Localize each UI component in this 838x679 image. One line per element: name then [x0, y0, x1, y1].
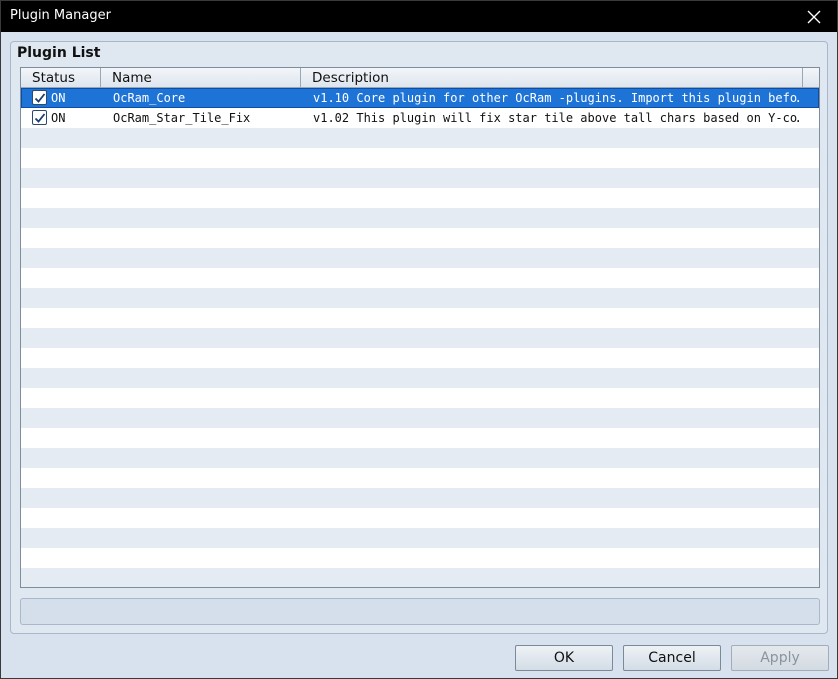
- apply-button[interactable]: Apply: [731, 645, 829, 671]
- plugin-description: v1.02 This plugin will fix star tile abo…: [313, 111, 799, 125]
- cancel-button[interactable]: Cancel: [623, 645, 721, 671]
- checkmark-icon: [34, 92, 45, 103]
- empty-row[interactable]: [21, 368, 819, 388]
- empty-row[interactable]: [21, 508, 819, 528]
- title-bar: Plugin Manager: [1, 1, 837, 32]
- enabled-checkbox[interactable]: [32, 90, 47, 105]
- group-title: Plugin List: [17, 45, 101, 61]
- empty-row[interactable]: [21, 388, 819, 408]
- empty-row[interactable]: [21, 228, 819, 248]
- empty-row[interactable]: [21, 428, 819, 448]
- empty-row[interactable]: [21, 308, 819, 328]
- plugin-row[interactable]: ON OcRam_Core v1.10 Core plugin for othe…: [21, 88, 819, 108]
- plugin-name: OcRam_Core: [113, 91, 186, 105]
- list-rows: ON OcRam_Core v1.10 Core plugin for othe…: [21, 88, 819, 587]
- close-button[interactable]: [791, 1, 837, 32]
- list-header: Status Name Description: [21, 68, 819, 88]
- empty-row[interactable]: [21, 248, 819, 268]
- plugin-row[interactable]: ON OcRam_Star_Tile_Fix v1.02 This plugin…: [21, 108, 819, 128]
- empty-row[interactable]: [21, 488, 819, 508]
- plugin-description-bar: [20, 598, 820, 625]
- checkmark-icon: [34, 112, 45, 123]
- empty-row[interactable]: [21, 188, 819, 208]
- close-icon: [807, 10, 821, 23]
- empty-row[interactable]: [21, 208, 819, 228]
- empty-row[interactable]: [21, 348, 819, 368]
- empty-row[interactable]: [21, 468, 819, 488]
- empty-row[interactable]: [21, 568, 819, 587]
- plugin-status: ON: [51, 91, 66, 105]
- plugin-status: ON: [51, 111, 66, 125]
- empty-row[interactable]: [21, 148, 819, 168]
- empty-row[interactable]: [21, 268, 819, 288]
- enabled-checkbox[interactable]: [32, 110, 47, 125]
- plugin-list[interactable]: Status Name Description ON OcRam_Core v1…: [20, 67, 820, 588]
- empty-row[interactable]: [21, 448, 819, 468]
- empty-row[interactable]: [21, 168, 819, 188]
- plugin-name: OcRam_Star_Tile_Fix: [113, 111, 251, 125]
- plugin-description: v1.10 Core plugin for other OcRam -plugi…: [313, 91, 799, 105]
- window-title: Plugin Manager: [10, 8, 111, 23]
- empty-row[interactable]: [21, 128, 819, 148]
- column-header-status[interactable]: Status: [21, 68, 101, 88]
- plugin-list-group: Plugin List Status Name Description ON O…: [10, 41, 828, 634]
- ok-button[interactable]: OK: [515, 645, 613, 671]
- empty-row[interactable]: [21, 288, 819, 308]
- column-header-description[interactable]: Description: [301, 68, 803, 88]
- empty-row[interactable]: [21, 408, 819, 428]
- column-header-name[interactable]: Name: [101, 68, 301, 88]
- plugin-manager-window: Plugin Manager Plugin List Status Name D…: [0, 0, 838, 679]
- empty-row[interactable]: [21, 528, 819, 548]
- empty-row[interactable]: [21, 328, 819, 348]
- empty-row[interactable]: [21, 548, 819, 568]
